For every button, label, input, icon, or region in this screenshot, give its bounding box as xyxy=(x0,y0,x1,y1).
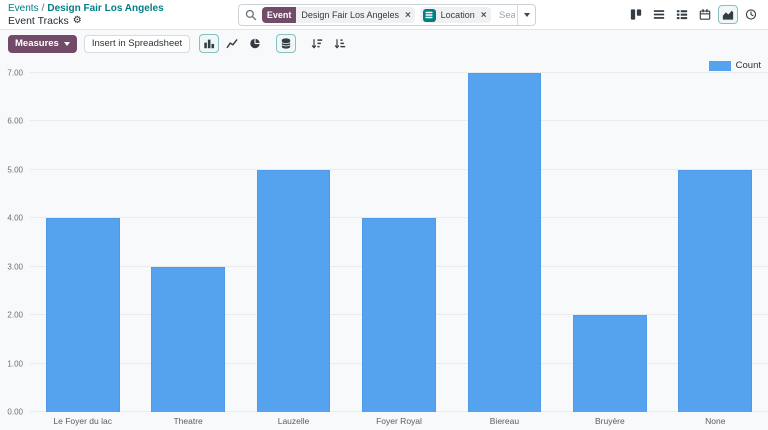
y-axis-tick: 6.00 xyxy=(7,116,23,126)
gridline xyxy=(30,168,768,170)
activity-view-button[interactable] xyxy=(741,5,761,24)
layer-group-icon xyxy=(422,8,436,22)
bar-chart-button[interactable] xyxy=(199,34,220,53)
clock-icon xyxy=(745,9,757,20)
view-switcher xyxy=(626,5,761,24)
x-axis-label: Foyer Royal xyxy=(376,416,422,426)
calendar-icon xyxy=(699,9,711,20)
breadcrumb-event-link[interactable]: Design Fair Los Angeles xyxy=(47,3,163,14)
pie-chart-button[interactable] xyxy=(245,34,265,53)
remove-facet-icon[interactable]: × xyxy=(480,10,491,21)
breadcrumb-separator: / xyxy=(41,3,45,14)
y-axis-tick: 7.00 xyxy=(7,68,23,78)
detail-list-view-button[interactable] xyxy=(672,5,692,24)
x-axis-label: None xyxy=(705,416,726,426)
gridline xyxy=(30,72,768,73)
kanban-view-button[interactable] xyxy=(626,5,646,24)
measures-button[interactable]: Measures xyxy=(8,34,77,53)
chart-bar-7[interactable] xyxy=(678,169,753,412)
stacked-toggle-button[interactable] xyxy=(276,34,297,53)
y-axis-tick: 5.00 xyxy=(7,165,23,175)
search-bar: Event Design Fair Los Angeles × Location… xyxy=(238,4,536,26)
x-axis-label: Theatre xyxy=(173,416,203,426)
chart-bar-6[interactable] xyxy=(572,315,647,412)
breadcrumb-events-link[interactable]: Events xyxy=(8,3,39,14)
graph-toolbar: Measures Insert in Spreadsheet xyxy=(0,31,768,56)
line-chart-icon xyxy=(226,39,238,49)
y-axis-tick: 4.00 xyxy=(7,213,23,223)
y-axis-tick: 0.00 xyxy=(7,407,23,417)
chart-legend[interactable]: Count xyxy=(708,60,761,71)
action-menu-gear-icon[interactable]: ⚙ xyxy=(73,16,82,26)
legend-swatch xyxy=(708,60,731,71)
kanban-icon xyxy=(630,9,642,20)
events-graph-screen: Events / Design Fair Los Angeles Event Tra… xyxy=(0,0,768,430)
facet-filter-label: Event xyxy=(261,7,297,23)
gridline xyxy=(30,120,768,122)
measures-label: Measures xyxy=(15,38,59,49)
chart-bar-2[interactable] xyxy=(151,266,226,412)
insert-in-spreadsheet-button[interactable]: Insert in Spreadsheet xyxy=(83,34,191,53)
remove-facet-icon[interactable]: × xyxy=(404,10,415,21)
breadcrumb-line: Events / Design Fair Los Angeles xyxy=(8,3,164,15)
area-chart-icon xyxy=(722,10,734,20)
sort-descending-button[interactable] xyxy=(307,34,327,53)
legend-label: Count xyxy=(735,60,761,71)
list-view-button[interactable] xyxy=(649,5,669,24)
calendar-view-button[interactable] xyxy=(695,5,715,24)
x-axis-labels: Le Foyer du lac Theatre Lauzelle Foyer Roya… xyxy=(30,416,768,428)
control-panel: Events / Design Fair Los Angeles Event Tra… xyxy=(0,0,768,30)
y-axis-tick: 1.00 xyxy=(7,359,23,369)
y-axis-tick: 2.00 xyxy=(7,310,23,320)
list-icon xyxy=(653,10,665,19)
pie-chart-icon xyxy=(250,38,260,49)
x-axis-label: Bruyère xyxy=(594,416,625,426)
sort-ascending-button[interactable] xyxy=(330,34,350,53)
detail-list-icon xyxy=(676,10,688,20)
search-facet-groupby: Location × xyxy=(419,7,491,23)
breadcrumb: Events / Design Fair Los Angeles Event Tra… xyxy=(8,3,164,27)
search-icon xyxy=(245,9,257,21)
facet-filter-value: Design Fair Los Angeles xyxy=(301,10,399,20)
search-dropdown-toggle[interactable] xyxy=(517,5,535,25)
search-facet-event: Event Design Fair Los Angeles × xyxy=(261,7,415,23)
search-input[interactable] xyxy=(497,8,517,22)
database-icon xyxy=(281,38,291,49)
plot-area xyxy=(30,72,768,412)
chart-bar-3[interactable] xyxy=(256,169,331,412)
facet-groupby-value: Location xyxy=(440,10,475,20)
chart-type-buttons xyxy=(199,34,350,53)
sort-amount-desc-icon xyxy=(311,39,323,49)
chart-bar-4[interactable] xyxy=(362,218,436,412)
y-axis-labels: 0.00 1.00 2.00 3.00 4.00 5.00 6.00 7.00 xyxy=(0,69,26,417)
chevron-down-icon xyxy=(63,41,70,46)
chart-bar-5[interactable] xyxy=(467,73,542,412)
line-chart-button[interactable] xyxy=(222,34,242,53)
sort-amount-asc-icon xyxy=(334,39,346,49)
chevron-down-icon xyxy=(523,13,530,17)
bar-chart-icon xyxy=(204,39,215,49)
y-axis-tick: 3.00 xyxy=(7,262,23,272)
page-title: Event Tracks xyxy=(8,15,69,27)
x-axis-label: Biereau xyxy=(489,416,520,426)
x-axis-label: Le Foyer du lac xyxy=(53,416,112,426)
chart-bar-1[interactable] xyxy=(45,218,120,412)
graph-view-button[interactable] xyxy=(718,5,738,24)
x-axis-label: Lauzelle xyxy=(277,416,310,426)
